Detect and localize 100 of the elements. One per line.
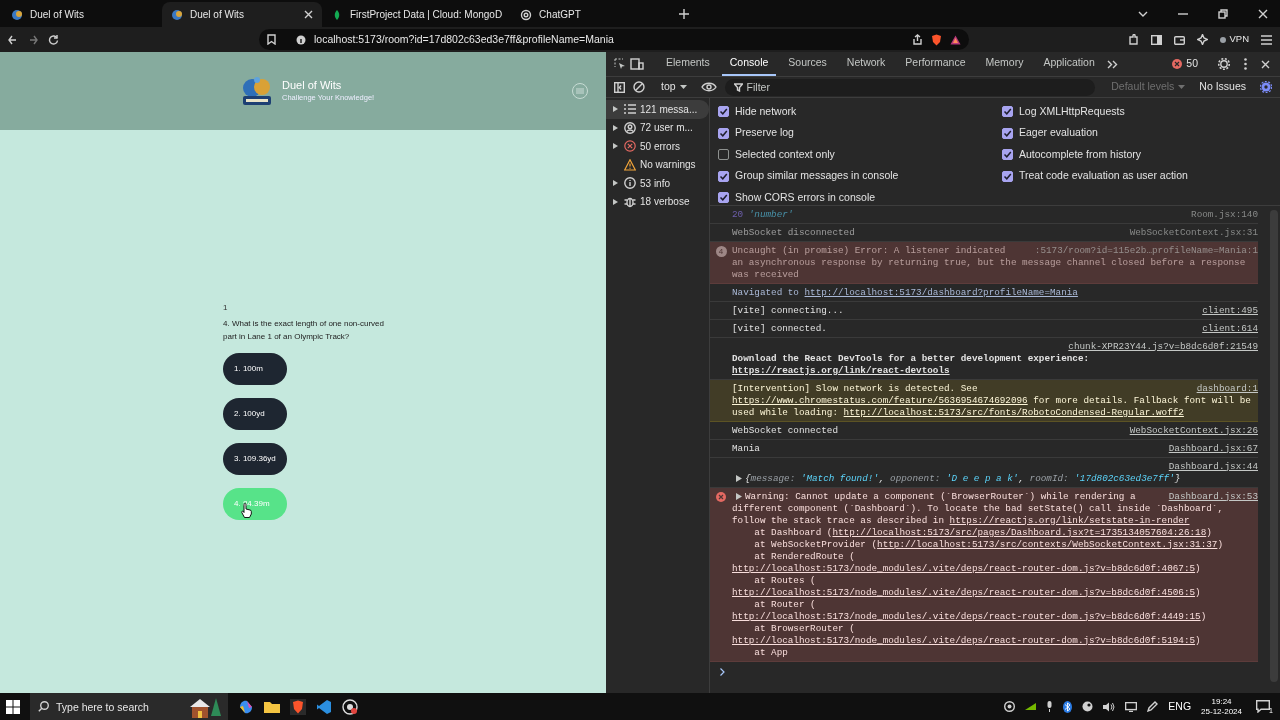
close-icon[interactable] — [304, 10, 313, 19]
more-tabs-icon[interactable] — [1106, 59, 1118, 69]
source-link[interactable]: WebSocketContext.jsx:26 — [1121, 424, 1258, 437]
filter-field[interactable]: Filter — [724, 78, 1096, 96]
menu-icon[interactable] — [1261, 34, 1272, 45]
devtools-tab[interactable]: Elements — [658, 52, 718, 76]
link[interactable]: https://www.chromestatus.com/feature/5636954674692096 — [732, 394, 1028, 406]
source-link[interactable]: dashboard:1 — [1188, 382, 1258, 395]
record-icon[interactable] — [342, 698, 358, 715]
taskbar-clock[interactable]: 19:24 25-12-2024 — [1201, 696, 1242, 717]
lion-shield-icon[interactable] — [931, 33, 942, 46]
devtools-tab[interactable]: Application — [1035, 52, 1103, 76]
wallet-icon[interactable] — [1174, 34, 1186, 45]
lion-shield-icon[interactable] — [290, 698, 306, 715]
link[interactable]: https://reactjs.org/link/setstate-in-render — [949, 514, 1190, 526]
microphone-icon[interactable] — [1046, 701, 1054, 712]
clear-console-icon[interactable] — [633, 81, 645, 93]
language-indicator[interactable]: ENG — [1168, 698, 1192, 715]
speaker-icon[interactable] — [1103, 701, 1116, 712]
link[interactable]: https://reactjs.org/link/react-devtools — [732, 364, 950, 376]
checkbox[interactable] — [1002, 170, 1013, 182]
link[interactable]: http://localhost:5173/src/pages/Dashboard.jsx?t=1735134057604:26:18 — [832, 526, 1207, 538]
answer-button[interactable]: 1. 100m — [223, 353, 287, 385]
devtools-tab[interactable]: Sources — [780, 52, 835, 76]
link[interactable]: http://localhost:5173/node_modules/.vite/deps/react-router-dom.js?v=b8dc6d0f:5194:5 — [732, 634, 1196, 646]
windows-start-icon[interactable] — [6, 699, 20, 714]
chevron-down-icon[interactable] — [1138, 11, 1148, 17]
link[interactable]: http://localhost:5173/src/fonts/RobotoCondensed-Regular.woff2 — [843, 406, 1184, 418]
bluetooth-icon[interactable] — [1063, 700, 1073, 713]
source-link[interactable]: Dashboard.jsx:44 — [1168, 460, 1258, 473]
checkbox[interactable] — [718, 149, 729, 161]
sparkle-icon[interactable] — [1197, 34, 1209, 45]
context-selector[interactable]: top — [653, 79, 693, 95]
checkbox[interactable] — [1002, 149, 1013, 161]
source-link[interactable]: Room.jsx:140 — [1183, 208, 1258, 221]
forward-icon[interactable] — [28, 34, 38, 45]
link[interactable]: http://localhost:5173/dashboard?profileName=Mania — [804, 286, 1078, 298]
answer-button[interactable]: 3. 109.36yd — [223, 443, 287, 475]
link[interactable]: http://localhost:5173/node_modules/.vite/deps/react-router-dom.js?v=b8dc6d0f:4506:5 — [732, 586, 1196, 598]
code-editor-icon[interactable] — [316, 698, 332, 715]
sidebar-icon[interactable] — [1151, 34, 1163, 45]
settings-icon[interactable] — [1218, 58, 1230, 70]
settings-icon[interactable] — [1260, 81, 1272, 93]
answer-button[interactable]: 2. 100yd — [223, 398, 287, 430]
sidebar-item[interactable]: No warnings — [606, 155, 709, 174]
reload-icon[interactable] — [48, 34, 59, 45]
restore-icon[interactable] — [1218, 9, 1228, 19]
source-link[interactable]: Dashboard.jsx:67 — [1160, 442, 1258, 455]
devtools-tab[interactable]: Performance — [897, 52, 974, 76]
triangle-icon[interactable] — [950, 34, 961, 45]
expand-icon[interactable] — [613, 106, 618, 113]
error-counter[interactable]: 50 — [1172, 56, 1198, 72]
new-tab-icon[interactable] — [679, 9, 690, 19]
expand-icon[interactable] — [613, 124, 618, 131]
source-link[interactable]: Dashboard.jsx:53 — [1160, 490, 1258, 503]
vpn-button[interactable]: VPN — [1220, 32, 1249, 47]
monitor-icon[interactable] — [1125, 701, 1138, 712]
puzzle-icon[interactable] — [1128, 34, 1140, 45]
source-link[interactable]: WebSocketContext.jsx:31 — [1121, 226, 1258, 239]
devtools-tab[interactable]: Memory — [977, 52, 1032, 76]
sidebar-item[interactable]: 72 user m... — [606, 118, 709, 137]
sidebar-item[interactable]: 50 errors — [606, 137, 709, 156]
checkbox[interactable] — [718, 127, 729, 139]
close-icon[interactable] — [1258, 9, 1268, 19]
sidebar-item[interactable]: 121 messa... — [606, 100, 709, 119]
expand-icon[interactable] — [736, 492, 742, 500]
gpu-icon[interactable] — [1025, 702, 1037, 711]
checkbox[interactable] — [1002, 106, 1013, 118]
devtools-tab[interactable]: Network — [838, 52, 894, 76]
browser-tab[interactable]: FirstProject Data | Cloud: MongoD — [322, 2, 512, 27]
sidebar-item[interactable]: 53 info — [606, 174, 709, 193]
record-icon[interactable] — [1004, 701, 1016, 712]
device-toolbar-icon[interactable] — [630, 58, 644, 70]
devtools-tab[interactable]: Console — [721, 52, 777, 76]
expand-icon[interactable] — [736, 474, 742, 482]
source-link[interactable]: :5173/room?id=115e2b…profileName=Mania:1 — [1026, 244, 1258, 257]
source-link[interactable]: client:495 — [1194, 304, 1258, 317]
back-icon[interactable] — [8, 34, 18, 45]
link[interactable]: http://localhost:5173/node_modules/.vite/deps/react-router-dom.js?v=b8dc6d0f:4449:15 — [732, 610, 1201, 622]
inspect-icon[interactable] — [614, 58, 626, 70]
expand-icon[interactable] — [613, 143, 618, 150]
checkbox[interactable] — [718, 192, 729, 204]
share-icon[interactable] — [912, 34, 923, 45]
close-icon[interactable] — [1261, 59, 1270, 69]
issues-button[interactable]: No Issues — [1199, 79, 1246, 95]
source-link[interactable]: chunk-XPR23Y44.js?v=b8dc6d0f:21549 — [1068, 340, 1258, 353]
taskbar-search-field[interactable]: Type here to search — [30, 693, 228, 720]
link[interactable]: http://localhost:5173/src/contexts/WebSocketContext.jsx:31:37 — [877, 538, 1218, 550]
checkbox[interactable] — [1002, 127, 1013, 139]
checkbox[interactable] — [718, 170, 729, 182]
site-info-icon[interactable] — [296, 34, 306, 45]
browser-tab[interactable]: Duel of Wits — [162, 2, 322, 27]
sidebar-item[interactable]: 18 verbose — [606, 192, 709, 211]
pen-icon[interactable] — [1147, 701, 1159, 712]
expand-icon[interactable] — [613, 198, 618, 205]
source-link[interactable]: client:614 — [1194, 322, 1258, 335]
kebab-menu-icon[interactable] — [1244, 58, 1247, 70]
checkbox[interactable] — [718, 106, 729, 118]
browser-tab[interactable]: Duel of Wits — [2, 2, 162, 27]
link[interactable]: http://localhost:5173/node_modules/.vite/deps/react-router-dom.js?v=b8dc6d0f:4067:5 — [732, 562, 1196, 574]
